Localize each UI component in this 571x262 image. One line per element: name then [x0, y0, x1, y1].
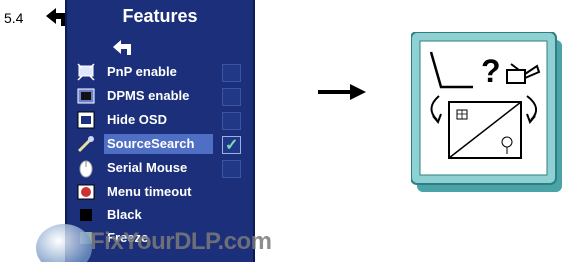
menu-item-menu-timeout[interactable]: Menu timeout	[67, 181, 253, 203]
hide-osd-icon	[77, 111, 95, 129]
menu-timeout-icon	[77, 184, 95, 200]
section-number: 5.4	[4, 10, 24, 26]
menu-title: Features	[122, 6, 198, 26]
serial-mouse-checkbox[interactable]	[222, 160, 241, 178]
menu-item-dpms-enable[interactable]: DPMS enable	[67, 85, 253, 107]
screen-icon	[448, 101, 522, 159]
right-arrow-icon	[318, 84, 366, 100]
menu-back-icon[interactable]	[111, 38, 135, 56]
menu-item-black[interactable]: Black	[67, 204, 253, 226]
serial-mouse-icon	[79, 160, 93, 178]
menu-item-source-search[interactable]: SourceSearch ✓	[67, 133, 253, 155]
check-mark-icon: ✓	[225, 137, 239, 154]
pnp-enable-checkbox[interactable]	[222, 64, 241, 82]
dpms-icon	[77, 88, 95, 104]
menu-item-pnp-enable[interactable]: PnP enable	[67, 61, 253, 83]
source-search-icon	[77, 136, 94, 153]
watermark-text: FixYourDLP.com	[90, 228, 272, 255]
hide-osd-checkbox[interactable]	[222, 112, 241, 130]
source-search-checkbox[interactable]: ✓	[222, 136, 241, 154]
menu-item-serial-mouse[interactable]: Serial Mouse	[67, 157, 253, 179]
watermark-logo	[36, 224, 92, 262]
pnp-icon	[77, 63, 95, 81]
dpms-enable-checkbox[interactable]	[222, 88, 241, 106]
question-mark: ?	[481, 53, 501, 89]
source-search-diagram: ?	[411, 32, 562, 192]
menu-item-hide-osd[interactable]: Hide OSD	[67, 109, 253, 131]
